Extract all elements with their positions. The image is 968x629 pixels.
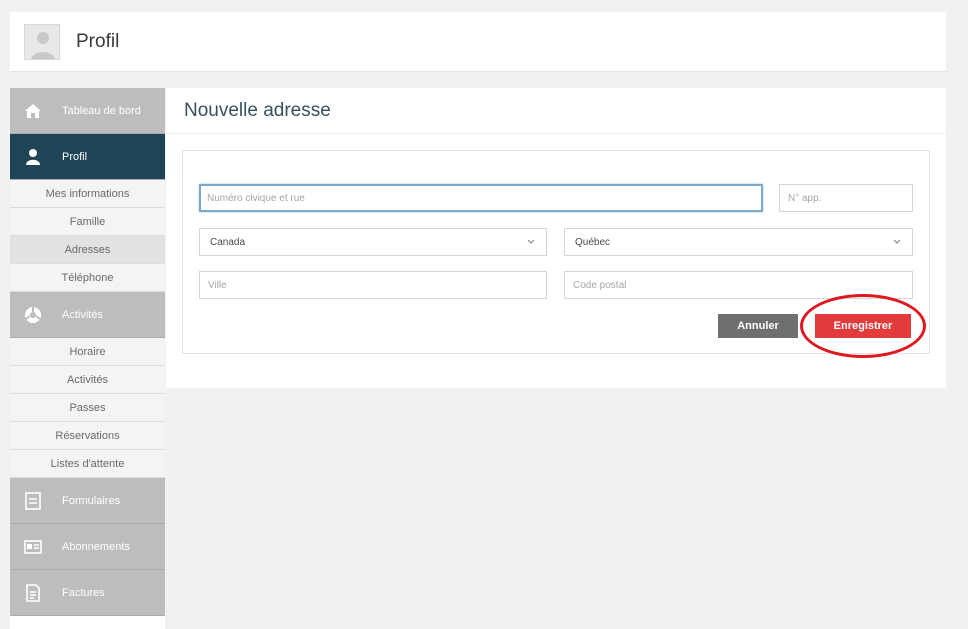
chevron-down-icon [893,239,901,244]
avatar [24,23,60,60]
sidebar-subitem-my-info[interactable]: Mes informations [10,180,165,208]
province-select-value: Québec [575,236,611,248]
cancel-button[interactable]: Annuler [718,314,798,338]
sidebar-item-label: Tableau de bord [62,104,141,117]
sidebar-item-label: Factures [62,586,105,599]
top-header: Profil [10,12,946,72]
page-title: Profil [76,30,120,52]
sidebar-subitem-family[interactable]: Famille [10,208,165,236]
country-select[interactable]: Canada [199,228,547,256]
user-icon [22,146,44,168]
street-input[interactable] [199,184,763,212]
save-button-highlight-circle [800,294,926,358]
invoice-icon [22,582,44,604]
sidebar-subitem-reservations[interactable]: Réservations [10,422,165,450]
sidebar-subitem-waitlists[interactable]: Listes d'attente [10,450,165,478]
sidebar-item-label: Formulaires [62,494,121,507]
id-card-icon [22,536,44,558]
chevron-down-icon [527,239,535,244]
apartment-input[interactable] [779,184,913,212]
sidebar-item-dashboard[interactable]: Tableau de bord [10,88,165,134]
sidebar-subitem-schedule[interactable]: Horaire [10,338,165,366]
sidebar-item-forms[interactable]: Formulaires [10,478,165,524]
country-select-value: Canada [210,236,246,248]
sidebar-item-subscriptions[interactable]: Abonnements [10,524,165,570]
sidebar-subitem-phone[interactable]: Téléphone [10,264,165,292]
sidebar-item-label: Activités [62,308,103,321]
sidebar: Tableau de bord Profil Mes informations … [10,88,165,629]
activity-icon [22,304,44,326]
home-icon [22,100,44,122]
sidebar-item-activities[interactable]: Activités [10,292,165,338]
sidebar-item-profile[interactable]: Profil [10,134,165,180]
province-select[interactable]: Québec [564,228,913,256]
panel-title: Nouvelle adresse [166,88,946,134]
sidebar-item-label: Profil [62,150,88,163]
sidebar-item-invoices[interactable]: Factures [10,570,165,616]
sidebar-item-label: Abonnements [62,540,130,553]
sidebar-subitem-activities[interactable]: Activités [10,366,165,394]
form-icon [22,490,44,512]
city-input[interactable] [199,271,547,299]
sidebar-subitem-addresses[interactable]: Adresses [10,236,165,264]
sidebar-subitem-passes[interactable]: Passes [10,394,165,422]
avatar-placeholder-icon [31,31,55,59]
